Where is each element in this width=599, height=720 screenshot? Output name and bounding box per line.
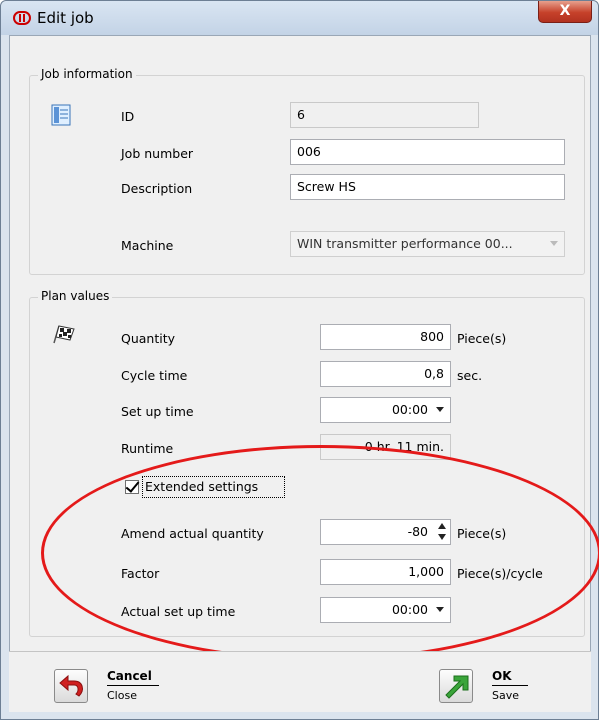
cycle-time-input[interactable]: 0,8 [320,361,451,387]
cycle-time-label: Cycle time [121,368,188,383]
chevron-down-icon [436,407,444,412]
quantity-label: Quantity [121,331,176,346]
quantity-unit: Piece(s) [457,331,507,346]
amend-actual-quantity-unit: Piece(s) [457,526,507,541]
set-up-time-value: 00:00 [391,402,428,417]
machine-label: Machine [121,238,174,253]
id-label: ID [121,109,135,124]
title-bar: Edit job X [1,1,598,35]
edit-job-window: Edit job X Job information ID 6 Job numb… [0,0,599,720]
window-title: Edit job [37,9,94,27]
set-up-time-select[interactable]: 00:00 [320,397,451,423]
set-up-time-label: Set up time [121,404,194,419]
extended-settings-label[interactable]: Extended settings [145,479,258,494]
cancel-divider [107,685,159,686]
chevron-down-icon [436,607,444,612]
plan-values-title: Plan values [38,289,113,303]
id-field: 6 [290,102,479,128]
factor-unit: Piece(s)/cycle [457,566,543,581]
ok-sublabel: Save [492,689,520,702]
close-button[interactable]: X [538,1,592,23]
runtime-label: Runtime [121,441,174,456]
extended-settings-checkbox[interactable] [125,480,139,494]
chevron-down-icon [550,241,558,246]
app-logo-icon [13,11,31,25]
machine-select-value: WIN transmitter performance 00... [297,236,513,251]
actual-set-up-time-value: 00:00 [391,602,428,617]
cancel-sublabel: Close [107,689,137,702]
cancel-button[interactable] [54,669,88,703]
job-number-input[interactable]: 006 [290,139,565,165]
spin-up-icon[interactable] [438,523,446,529]
spin-down-icon[interactable] [438,534,446,540]
cycle-time-unit: sec. [457,368,483,383]
factor-label: Factor [121,566,160,581]
ok-button[interactable] [439,669,473,703]
description-label: Description [121,181,193,196]
description-input[interactable]: Screw HS [290,174,565,200]
quantity-input[interactable]: 800 [320,324,451,350]
amend-actual-quantity-label: Amend actual quantity [121,526,264,541]
amend-actual-quantity-input[interactable]: -80 [320,519,451,545]
arrow-up-right-icon [445,675,469,699]
factor-input[interactable]: 1,000 [320,559,451,585]
job-information-title: Job information [38,67,136,81]
actual-set-up-time-select[interactable]: 00:00 [320,597,451,623]
cancel-label[interactable]: Cancel [107,669,152,683]
machine-select[interactable]: WIN transmitter performance 00... [290,231,565,257]
plan-values-group: Plan values [29,289,585,637]
undo-arrow-icon [59,674,83,697]
job-number-label: Job number [121,146,194,161]
ok-divider [492,685,528,686]
runtime-field: 0 hr. 11 min. [320,434,451,460]
amend-actual-quantity-value: -80 [407,524,428,539]
actual-set-up-time-label: Actual set up time [121,604,236,619]
checkered-flag-icon [53,325,75,344]
job-list-icon [51,104,71,126]
ok-label[interactable]: OK [492,669,512,683]
quantity-spinner[interactable] [436,521,448,543]
